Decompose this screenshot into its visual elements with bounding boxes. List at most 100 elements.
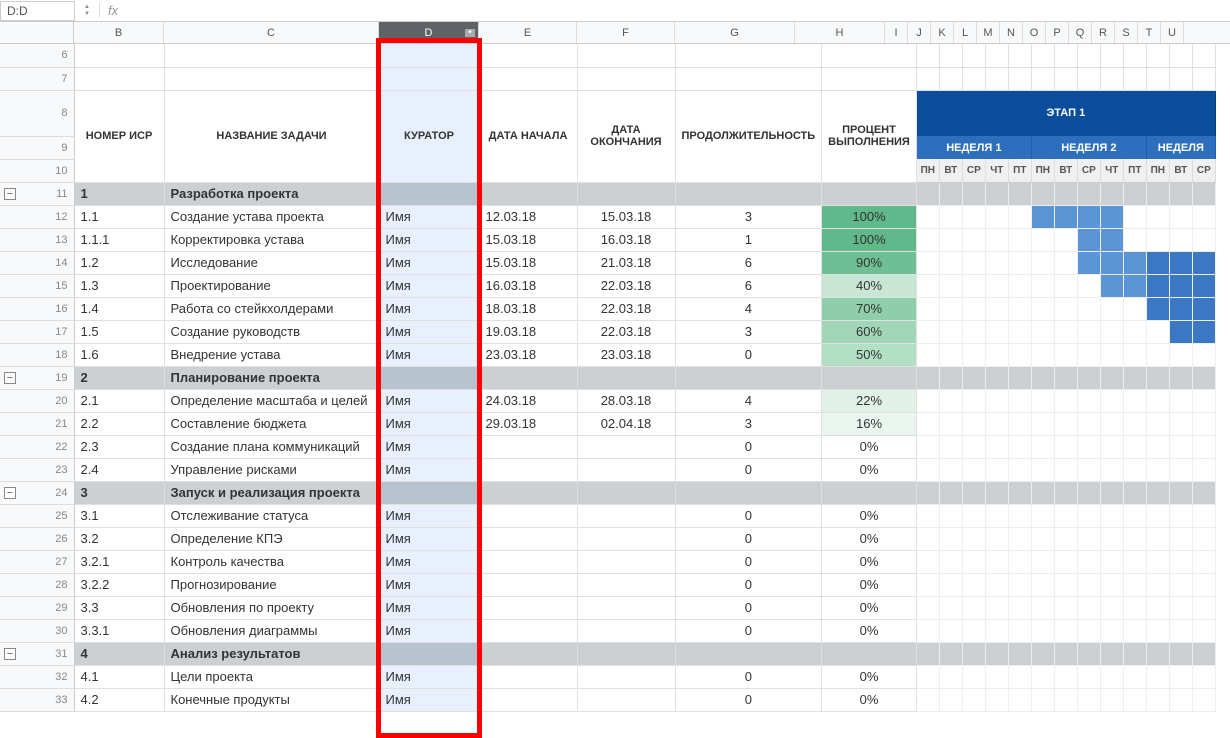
cell[interactable] [675, 366, 822, 389]
cell[interactable]: Внедрение устава [164, 343, 379, 366]
cell[interactable]: 16.03.18 [479, 274, 577, 297]
cell[interactable] [1054, 67, 1077, 90]
curator-cell[interactable]: Имя [379, 527, 479, 550]
cell[interactable] [577, 573, 675, 596]
col-header-S[interactable]: S [1115, 22, 1138, 43]
cell[interactable] [479, 481, 577, 504]
cell[interactable]: 29.03.18 [479, 412, 577, 435]
cell[interactable]: 2.2 [74, 412, 164, 435]
cell[interactable] [577, 44, 675, 67]
cell[interactable] [479, 366, 577, 389]
cell[interactable] [577, 527, 675, 550]
cell[interactable] [577, 619, 675, 642]
cell[interactable]: 4 [675, 297, 822, 320]
col-header-E[interactable]: E [479, 22, 577, 43]
pct-cell[interactable]: 0% [822, 665, 917, 688]
curator-cell[interactable]: Имя [379, 274, 479, 297]
cell[interactable] [577, 182, 675, 205]
row-header[interactable]: 13 [0, 228, 74, 251]
cell[interactable]: 18.03.18 [479, 297, 577, 320]
cell[interactable]: 24.03.18 [479, 389, 577, 412]
cell[interactable] [577, 366, 675, 389]
pct-cell[interactable]: 0% [822, 688, 917, 711]
cell[interactable]: Создание руководств [164, 320, 379, 343]
pct-cell[interactable]: 22% [822, 389, 917, 412]
cell[interactable]: Запуск и реализация проекта [164, 481, 379, 504]
cell[interactable]: Контроль качества [164, 550, 379, 573]
pct-cell[interactable]: 16% [822, 412, 917, 435]
cell[interactable] [577, 458, 675, 481]
row-header[interactable]: −19 [0, 366, 74, 389]
pct-cell[interactable]: 70% [822, 297, 917, 320]
cell[interactable] [1031, 67, 1054, 90]
cell[interactable] [939, 67, 962, 90]
cell[interactable]: 0 [675, 596, 822, 619]
cell[interactable]: Составление бюджета [164, 412, 379, 435]
cell[interactable]: 0 [675, 619, 822, 642]
cell[interactable] [822, 642, 917, 665]
curator-cell[interactable]: Имя [379, 619, 479, 642]
cell[interactable] [675, 44, 822, 67]
pct-cell[interactable]: 90% [822, 251, 917, 274]
col-header-D[interactable]: D▾ [379, 22, 479, 43]
cell[interactable]: Анализ результатов [164, 642, 379, 665]
cell[interactable] [479, 527, 577, 550]
curator-cell[interactable]: Имя [379, 297, 479, 320]
cell[interactable]: 3.3 [74, 596, 164, 619]
curator-cell[interactable]: Имя [379, 389, 479, 412]
cell[interactable]: 6 [675, 274, 822, 297]
cell[interactable] [479, 642, 577, 665]
cell[interactable]: 1.5 [74, 320, 164, 343]
row-header[interactable]: −31 [0, 642, 74, 665]
cell[interactable] [1008, 67, 1031, 90]
cell[interactable]: 0 [675, 458, 822, 481]
cell[interactable] [479, 182, 577, 205]
col-header-U[interactable]: U [1161, 22, 1184, 43]
col-header-K[interactable]: K [931, 22, 954, 43]
cell[interactable]: 0 [675, 665, 822, 688]
cell[interactable]: 28.03.18 [577, 389, 675, 412]
cell[interactable] [675, 481, 822, 504]
col-header-B[interactable]: B [74, 22, 164, 43]
pct-cell[interactable]: 60% [822, 320, 917, 343]
cell[interactable] [916, 44, 939, 67]
group-toggle[interactable]: − [4, 188, 16, 200]
cell[interactable]: 23.03.18 [577, 343, 675, 366]
cell[interactable]: 1.6 [74, 343, 164, 366]
cell[interactable]: Прогнозирование [164, 573, 379, 596]
cell[interactable]: 0 [675, 435, 822, 458]
cell[interactable] [1008, 44, 1031, 67]
cell[interactable] [577, 550, 675, 573]
cell[interactable] [577, 504, 675, 527]
cell[interactable]: 0 [675, 573, 822, 596]
cell[interactable]: 15.03.18 [577, 205, 675, 228]
cell[interactable]: 0 [675, 688, 822, 711]
curator-cell[interactable]: Имя [379, 205, 479, 228]
col-header-F[interactable]: F [577, 22, 675, 43]
cell[interactable] [479, 44, 577, 67]
pct-cell[interactable]: 0% [822, 504, 917, 527]
row-header[interactable]: −11 [0, 182, 74, 205]
cell[interactable] [962, 67, 985, 90]
cell[interactable]: 4 [74, 642, 164, 665]
row-header[interactable]: 10 [0, 159, 74, 182]
cell[interactable]: 3.2.1 [74, 550, 164, 573]
curator-cell[interactable]: Имя [379, 596, 479, 619]
select-all-corner[interactable] [0, 22, 74, 43]
cell[interactable] [1077, 44, 1100, 67]
cell[interactable]: 3 [675, 412, 822, 435]
cell[interactable] [985, 44, 1008, 67]
col-header-P[interactable]: P [1046, 22, 1069, 43]
cell[interactable]: Работа со стейкхолдерами [164, 297, 379, 320]
curator-cell[interactable]: Имя [379, 251, 479, 274]
pct-cell[interactable]: 0% [822, 596, 917, 619]
cell[interactable] [822, 481, 917, 504]
cell[interactable]: 6 [675, 251, 822, 274]
row-header[interactable]: 9 [0, 136, 74, 159]
col-header-H[interactable]: H [795, 22, 885, 43]
curator-cell[interactable]: Имя [379, 504, 479, 527]
cell[interactable]: 1 [74, 182, 164, 205]
name-box-nav[interactable]: ▲▼ [75, 1, 99, 21]
col-header-T[interactable]: T [1138, 22, 1161, 43]
cell[interactable]: 1.2 [74, 251, 164, 274]
